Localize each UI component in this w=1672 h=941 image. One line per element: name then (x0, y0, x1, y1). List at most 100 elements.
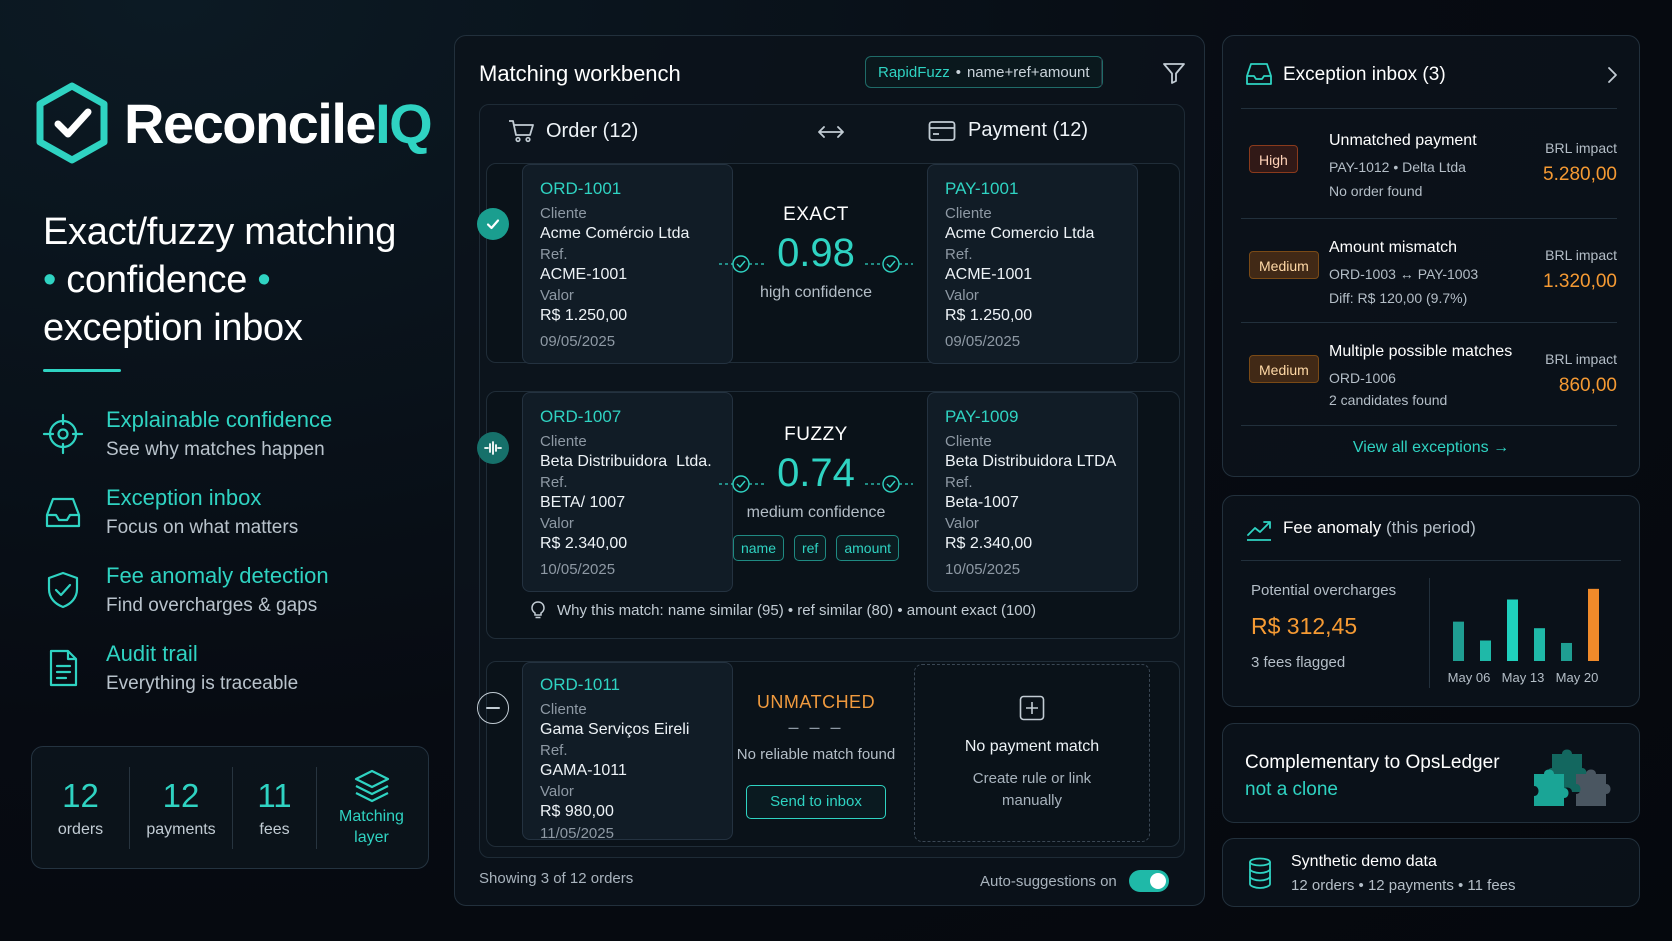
fee-bar (1588, 588, 1599, 661)
divider (1241, 108, 1617, 109)
fee-bar (1480, 640, 1491, 661)
send-to-inbox-button[interactable]: Send to inbox (746, 785, 886, 819)
database-icon (1249, 857, 1271, 889)
synthetic-data-panel: Synthetic demo data 12 orders • 12 payme… (1222, 838, 1640, 907)
match-confidence: high confidence (759, 284, 873, 301)
fee-bar (1507, 599, 1518, 661)
synthetic-subtitle: 12 orders • 12 payments • 11 fees (1291, 877, 1516, 894)
complementary-panel: Complementary to OpsLedger not a clone (1222, 723, 1640, 823)
stat-fees: 11 fees (232, 766, 316, 849)
payment-column-header: Payment (12) (928, 119, 1088, 142)
view-all-exceptions-link[interactable]: View all exceptions → (1223, 439, 1639, 457)
swap-arrows-icon (818, 126, 844, 138)
order-card[interactable]: ORD-1011 Cliente Gama Serviços Eireli Re… (522, 662, 733, 842)
feature-title: Fee anomaly detection (106, 563, 329, 588)
payment-card[interactable]: PAY-1001 Cliente Acme Comercio Ltda Ref.… (927, 164, 1138, 364)
divider (1429, 578, 1430, 688)
match-pair-fuzzy[interactable]: ORD-1007 Cliente Beta Distribuidora Ltda… (477, 391, 1180, 639)
showing-count: Showing 3 of 12 orders (479, 870, 634, 887)
fee-anomaly-title: Fee anomaly (this period) (1283, 518, 1476, 537)
inbox-icon (45, 497, 81, 528)
auto-suggestions-toggle[interactable] (1128, 870, 1169, 892)
divider (1241, 425, 1617, 426)
filter-icon (1163, 63, 1185, 84)
headline-line-3: exception inbox (43, 307, 303, 349)
headline-underline (43, 369, 121, 372)
feature-title: Exception inbox (106, 485, 262, 510)
synthetic-title: Synthetic demo data (1291, 853, 1437, 870)
match-score: 0.98 (777, 231, 855, 275)
exception-item[interactable]: High Unmatched payment PAY-1012 • Delta … (1241, 132, 1617, 212)
shield-check-icon (47, 571, 79, 609)
filter-button[interactable] (1159, 58, 1189, 88)
severity-badge: Medium (1249, 251, 1319, 279)
feature-fee-anomaly: Fee anomaly detection Find overcharges &… (42, 563, 329, 617)
match-result: FUZZY 0.74 medium confidence name ref am… (719, 424, 913, 561)
payment-card[interactable]: PAY-1009 Cliente Beta Distribuidora LTDA… (927, 392, 1138, 592)
match-type: EXACT (783, 204, 849, 225)
headline-line-2: • confidence • (43, 259, 271, 301)
feature-audit-trail: Audit trail Everything is traceable (42, 641, 298, 695)
fee-summary: Potential overcharges R$ 312,45 3 fees f… (1251, 582, 1397, 671)
order-card[interactable]: ORD-1001 Cliente Acme Comércio Ltda Ref.… (522, 164, 733, 364)
exception-item[interactable]: Medium Multiple possible matches ORD-100… (1241, 343, 1617, 423)
feature-subtitle: Everything is traceable (106, 673, 299, 694)
feature-subtitle: See why matches happen (106, 439, 325, 460)
feature-subtitle: Focus on what matters (106, 517, 299, 538)
inbox-title: Exception inbox (3) (1283, 64, 1446, 85)
puzzle-icon (1534, 749, 1611, 806)
lightbulb-icon (531, 601, 545, 619)
match-field-tags: name ref amount (719, 535, 913, 561)
stats-bar: 12 orders 12 payments 11 fees Matching l… (31, 746, 429, 869)
chevron-right-icon[interactable] (1605, 66, 1619, 84)
headline-line-1: Exact/fuzzy matching (43, 211, 397, 253)
cart-icon (509, 120, 534, 143)
unmatched-note: No reliable match found (736, 746, 896, 763)
exception-item[interactable]: Medium Amount mismatch ORD-1003 ↔ PAY-10… (1241, 239, 1617, 319)
order-card[interactable]: ORD-1007 Cliente Beta Distribuidora Ltda… (522, 392, 733, 592)
divider (1241, 218, 1617, 219)
tag-amount: amount (836, 535, 900, 561)
x-tick-label: May 06 (1448, 670, 1491, 685)
tag-ref: ref (793, 535, 827, 561)
x-tick-label: May 13 (1502, 670, 1545, 685)
tag-name: name (732, 535, 784, 561)
severity-badge: High (1249, 145, 1298, 173)
unmatched-result: UNMATCHED – – – No reliable match found … (719, 692, 913, 819)
match-type: UNMATCHED (756, 692, 876, 712)
fee-anomaly-bar-chart: May 06 May 13 May 20 (1448, 588, 1599, 685)
brand-name: ReconcileIQ (124, 91, 433, 155)
brand-logo: ReconcileIQ (34, 82, 433, 164)
x-tick-label: May 20 (1556, 670, 1599, 685)
algorithm-pill[interactable]: RapidFuzz • name+ref+amount (865, 56, 1103, 88)
stat-matching-layer: Matching layer (316, 766, 426, 849)
left-panel: ReconcileIQ Exact/fuzzy matching • confi… (0, 0, 440, 941)
feature-explainable-confidence: Explainable confidence See why matches h… (42, 407, 332, 461)
add-icon (1019, 695, 1045, 721)
target-icon (42, 413, 84, 455)
feature-title: Explainable confidence (106, 407, 333, 432)
stat-payments: 12 payments (129, 766, 232, 849)
match-score: 0.74 (777, 451, 855, 495)
fee-bar (1561, 642, 1572, 661)
complementary-title: Complementary to OpsLedger (1245, 752, 1500, 773)
complementary-subtitle: not a clone (1245, 779, 1338, 800)
header-divider (1101, 58, 1102, 86)
order-column-header: Order (12) (508, 119, 638, 143)
match-result: EXACT 0.98 high confidence (719, 204, 913, 302)
document-icon (49, 649, 78, 687)
fuzzy-status-icon (477, 432, 509, 464)
auto-suggestions: Auto-suggestions on (980, 870, 1169, 892)
match-explanation: Why this match: name similar (95) • ref … (529, 600, 1036, 620)
trend-chart-icon (1247, 521, 1271, 541)
match-type: FUZZY (784, 424, 848, 445)
reconcile-logo-icon (36, 82, 108, 164)
match-pair-unmatched[interactable]: ORD-1011 Cliente Gama Serviços Eireli Re… (477, 661, 1180, 847)
match-pair-exact[interactable]: ORD-1001 Cliente Acme Comércio Ltda Ref.… (477, 163, 1180, 364)
no-payment-match-placeholder[interactable]: No payment match Create rule or link manu… (914, 664, 1150, 842)
no-score-dashes: – – – (788, 717, 844, 737)
severity-badge: Medium (1249, 355, 1319, 383)
fee-anomaly-panel: Fee anomaly (this period) Potential over… (1222, 495, 1640, 707)
divider (1241, 322, 1617, 323)
feature-subtitle: Find overcharges & gaps (106, 595, 318, 616)
